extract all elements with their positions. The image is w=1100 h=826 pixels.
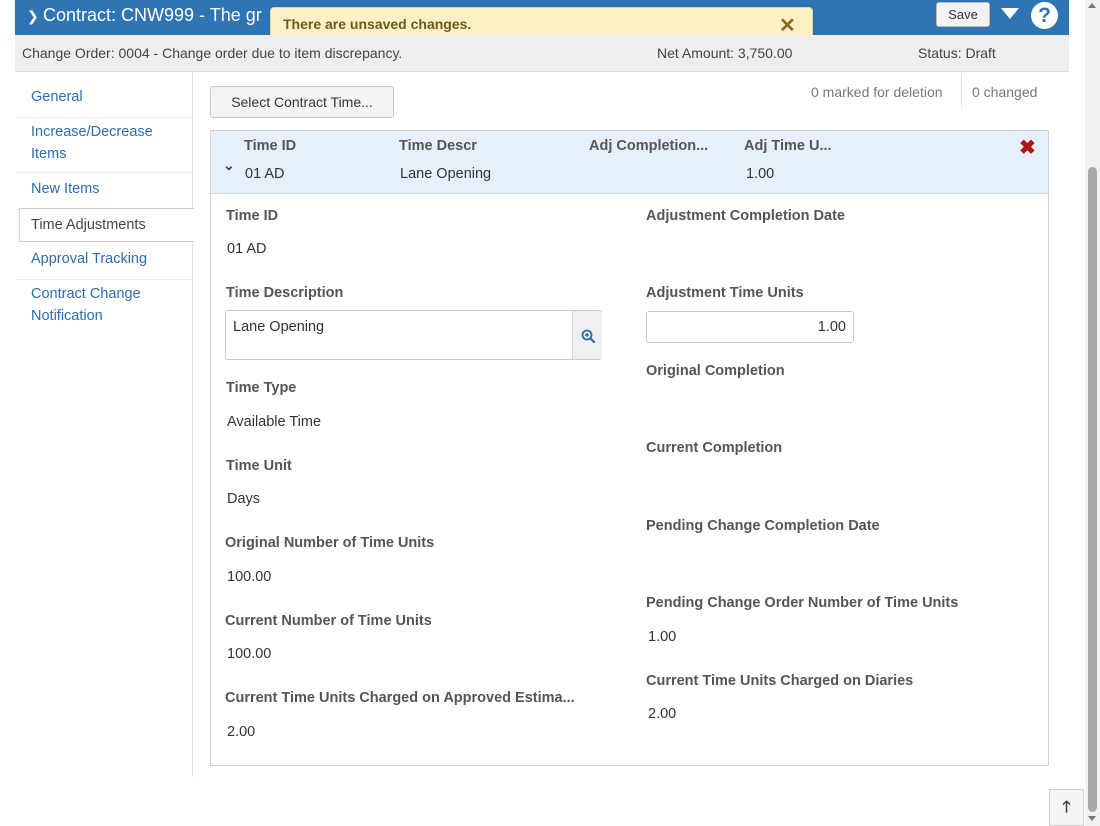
value-pending-change-order-time-units: 1.00 [648, 629, 677, 645]
marked-for-deletion-count: 0 marked for deletion [811, 84, 943, 100]
value-original-number-of-time-units: 100.00 [227, 569, 272, 585]
save-button[interactable]: Save [936, 2, 990, 27]
sidebar-item-label: Approval Tracking [31, 251, 148, 267]
back-to-top-button[interactable]: 🡑 [1049, 789, 1084, 826]
contract-title-text[interactable]: Contract: CNW999 - The gr [43, 5, 262, 25]
toast-message: There are unsaved changes. [283, 16, 472, 32]
contract-title[interactable]: ❯ Contract: CNW999 - The gr [27, 5, 262, 26]
value-time-type: Available Time [227, 414, 322, 430]
value-current-time-units-charged-on-diaries: 2.00 [648, 706, 677, 722]
sidebar-item-label: New Items [31, 181, 100, 197]
time-description-field[interactable]: Lane Opening [225, 310, 602, 360]
arrow-up-icon: 🡑 [1062, 799, 1071, 816]
sidebar-nav: General Increase/Decrease Items New Item… [15, 72, 194, 777]
label-current-time-units-charged-on-diaries: Current Time Units Charged on Diaries [646, 673, 914, 689]
net-amount: Net Amount: 3,750.00 [657, 45, 793, 61]
label-adjustment-time-units: Adjustment Time Units [646, 285, 804, 301]
col-header-adj-time-units: Adj Time U... [744, 138, 832, 154]
label-time-description: Time Description [226, 285, 344, 301]
label-current-time-units-charged-on-estimates: Current Time Units Charged on Approved E… [225, 690, 575, 706]
change-order-text: Change Order: 0004 - Change order due to… [22, 45, 403, 61]
change-order-summary: Change Order: 0004 - Change order due to… [15, 35, 1069, 72]
label-original-completion: Original Completion [646, 363, 785, 379]
zoom-in-icon[interactable] [572, 311, 602, 359]
label-current-completion: Current Completion [646, 440, 783, 456]
label-time-unit: Time Unit [226, 458, 292, 474]
sidebar-item-label: General [31, 89, 83, 105]
divider [961, 75, 962, 107]
sidebar-item-label: Time Adjustments [31, 217, 146, 233]
sidebar-item-contract-change-notification[interactable]: Contract Change Notification [15, 283, 193, 331]
sidebar-item-new-items[interactable]: New Items [15, 178, 193, 210]
vertical-scrollbar[interactable] [1085, 0, 1100, 826]
scroll-thumb[interactable] [1088, 167, 1097, 812]
select-contract-time-button[interactable]: Select Contract Time... [210, 86, 394, 118]
sidebar-item-increase-decrease-items[interactable]: Increase/Decrease Items [15, 121, 193, 173]
chevron-down-icon[interactable]: ⌄ [223, 157, 235, 174]
label-adjustment-completion-date: Adjustment Completion Date [646, 208, 845, 224]
row-value-adj-time-units: 1.00 [746, 166, 775, 182]
record-row-header[interactable]: ⌄ Time ID Time Descr Adj Completion... A… [211, 131, 1048, 194]
value-time-id: 01 AD [227, 241, 267, 257]
label-current-number-of-time-units: Current Number of Time Units [225, 613, 432, 629]
sidebar-item-approval-tracking[interactable]: Approval Tracking [15, 248, 193, 280]
value-current-number-of-time-units: 100.00 [227, 646, 272, 662]
time-description-value[interactable]: Lane Opening [233, 319, 324, 335]
row-value-time-id: 01 AD [245, 166, 285, 182]
sidebar-item-general[interactable]: General [15, 86, 193, 118]
time-adjustment-record: ⌄ Time ID Time Descr Adj Completion... A… [210, 130, 1049, 766]
adjustment-time-units-input[interactable]: 1.00 [646, 311, 854, 343]
sidebar-item-label: Contract Change Notification [31, 286, 141, 324]
delete-x-icon[interactable]: ✖ [1019, 135, 1036, 160]
scroll-down-arrow-icon[interactable] [1088, 816, 1096, 821]
col-header-adj-completion: Adj Completion... [589, 138, 709, 154]
chevron-down-icon[interactable]: ❯ [27, 8, 43, 25]
value-current-time-units-charged-on-estimates: 2.00 [227, 724, 256, 740]
status-text: Status: Draft [918, 45, 996, 61]
col-header-time-descr: Time Descr [399, 138, 477, 154]
value-time-unit: Days [227, 491, 261, 507]
row-value-time-descr: Lane Opening [400, 166, 492, 182]
label-pending-change-completion-date: Pending Change Completion Date [646, 518, 880, 534]
changed-count: 0 changed [972, 84, 1038, 100]
sidebar-item-time-adjustments[interactable]: Time Adjustments [19, 208, 194, 242]
label-time-type: Time Type [226, 380, 297, 396]
label-time-id: Time ID [226, 208, 279, 224]
sidebar-item-label: Increase/Decrease Items [31, 124, 153, 162]
label-pending-change-order-time-units: Pending Change Order Number of Time Unit… [646, 595, 959, 611]
scroll-up-arrow-icon[interactable] [1088, 3, 1096, 8]
caret-down-icon[interactable] [1001, 8, 1019, 19]
label-original-number-of-time-units: Original Number of Time Units [225, 535, 435, 551]
col-header-time-id: Time ID [244, 138, 297, 154]
help-icon[interactable]: ? [1031, 2, 1058, 29]
